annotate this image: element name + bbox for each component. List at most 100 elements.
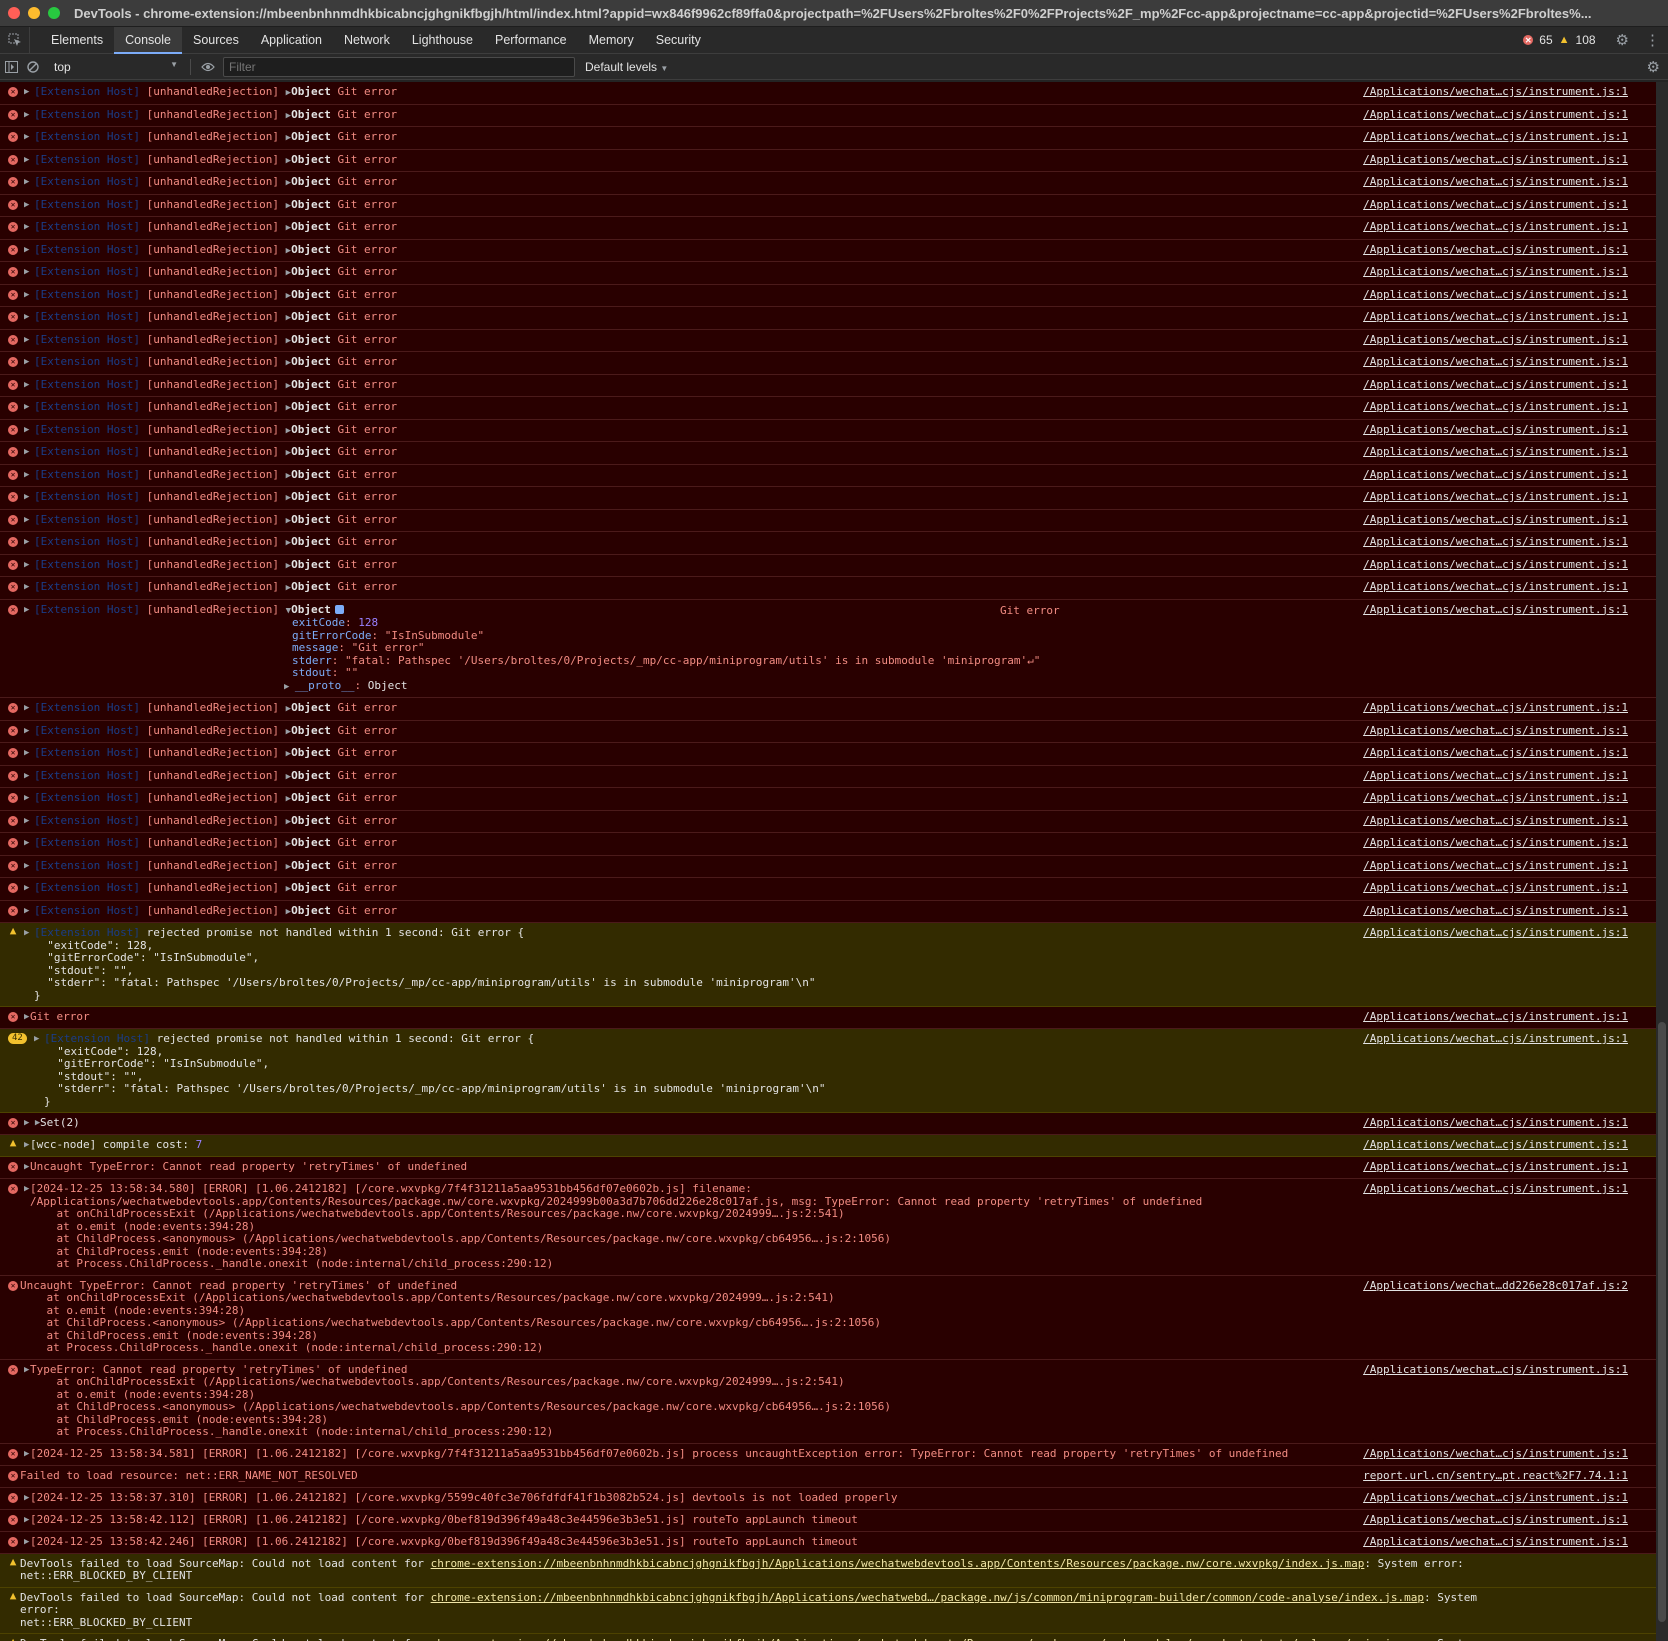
- object-label[interactable]: Object: [291, 243, 331, 256]
- object-label[interactable]: Object: [291, 490, 331, 503]
- source-link[interactable]: /Applications/wechat…cjs/instrument.js:1: [1363, 535, 1628, 549]
- source-link[interactable]: /Applications/wechat…cjs/instrument.js:1: [1363, 265, 1628, 279]
- object-label[interactable]: Object: [291, 468, 331, 481]
- expand-triangle-icon[interactable]: ▶: [24, 424, 29, 437]
- error-count[interactable]: 65: [1539, 33, 1552, 47]
- source-link[interactable]: /Applications/wechat…cjs/instrument.js:1: [1363, 701, 1628, 715]
- source-link[interactable]: /Applications/wechat…cjs/instrument.js:1: [1363, 108, 1628, 122]
- object-label[interactable]: Object: [291, 265, 331, 278]
- object-label[interactable]: Object: [291, 310, 331, 323]
- tab-performance[interactable]: Performance: [484, 27, 578, 54]
- settings-gear-icon[interactable]: ⚙: [1616, 31, 1629, 49]
- expand-triangle-icon[interactable]: ▶: [24, 927, 29, 940]
- object-label[interactable]: Object: [291, 378, 331, 391]
- object-label[interactable]: Object: [291, 904, 331, 917]
- context-selector[interactable]: top ▼: [54, 60, 184, 74]
- source-link[interactable]: /Applications/wechat…cjs/instrument.js:1: [1363, 1010, 1628, 1024]
- close-window-button[interactable]: [8, 7, 20, 19]
- tab-application[interactable]: Application: [250, 27, 333, 54]
- source-link[interactable]: /Applications/wechat…cjs/instrument.js:1: [1363, 881, 1628, 895]
- source-link[interactable]: /Applications/wechat…cjs/instrument.js:1: [1363, 926, 1628, 940]
- source-link[interactable]: /Applications/wechat…cjs/instrument.js:1: [1363, 198, 1628, 212]
- source-link[interactable]: /Applications/wechat…cjs/instrument.js:1: [1363, 769, 1628, 783]
- expand-triangle-icon[interactable]: ▶: [34, 1033, 39, 1046]
- source-link[interactable]: /Applications/wechat…cjs/instrument.js:1: [1363, 1032, 1628, 1046]
- source-link[interactable]: /Applications/wechat…cjs/instrument.js:1: [1363, 400, 1628, 414]
- live-expression-eye-icon[interactable]: [197, 54, 219, 80]
- expand-triangle-icon[interactable]: ▶: [24, 792, 29, 805]
- object-label[interactable]: Object: [291, 108, 331, 121]
- source-link[interactable]: /Applications/wechat…cjs/instrument.js:1: [1363, 333, 1628, 347]
- expand-triangle-icon[interactable]: ▶: [24, 86, 29, 99]
- source-link[interactable]: /Applications/wechat…cjs/instrument.js:1: [1363, 220, 1628, 234]
- object-label[interactable]: Object: [291, 724, 331, 737]
- clear-console-icon[interactable]: [22, 54, 44, 80]
- object-label[interactable]: Object: [291, 153, 331, 166]
- expand-triangle-icon[interactable]: ▶: [24, 581, 29, 594]
- object-label[interactable]: Object: [291, 333, 331, 346]
- expand-triangle-icon[interactable]: ▶: [24, 154, 29, 167]
- object-property[interactable]: gitErrorCode: "IsInSubmodule": [292, 629, 1516, 643]
- object-label[interactable]: Object: [291, 288, 331, 301]
- expand-triangle-icon[interactable]: ▶: [24, 1011, 29, 1024]
- source-link[interactable]: /Applications/wechat…cjs/instrument.js:1: [1363, 85, 1628, 99]
- console-settings-gear-icon[interactable]: ⚙: [1647, 58, 1660, 76]
- expand-triangle-icon[interactable]: ▶: [24, 244, 29, 257]
- object-label[interactable]: Object: [291, 769, 331, 782]
- expand-triangle-icon[interactable]: ▶: [24, 1492, 29, 1505]
- source-link[interactable]: /Applications/wechat…cjs/instrument.js:1: [1363, 1182, 1628, 1196]
- object-label[interactable]: Object: [291, 175, 331, 188]
- expand-triangle-icon[interactable]: ▶: [24, 109, 29, 122]
- set-label[interactable]: Set(2): [40, 1116, 80, 1129]
- source-link[interactable]: /Applications/wechat…cjs/instrument.js:1: [1363, 580, 1628, 594]
- source-link[interactable]: /Applications/wechat…cjs/instrument.js:1: [1363, 243, 1628, 257]
- expand-triangle-icon[interactable]: ▶: [24, 1139, 29, 1152]
- source-link[interactable]: /Applications/wechat…cjs/instrument.js:1: [1363, 378, 1628, 392]
- expand-triangle-icon[interactable]: ▶: [24, 536, 29, 549]
- object-label[interactable]: Object: [291, 558, 331, 571]
- source-link[interactable]: /Applications/wechat…cjs/instrument.js:1: [1363, 603, 1628, 617]
- source-link[interactable]: /Applications/wechat…cjs/instrument.js:1: [1363, 1513, 1628, 1527]
- expand-triangle-icon[interactable]: ▶: [24, 905, 29, 918]
- object-label[interactable]: Object: [291, 423, 331, 436]
- source-link[interactable]: /Applications/wechat…dd226e28c017af.js:2: [1363, 1279, 1628, 1293]
- expand-triangle-icon[interactable]: ▶: [24, 131, 29, 144]
- inspect-element-icon[interactable]: [0, 26, 30, 54]
- source-link[interactable]: /Applications/wechat…cjs/instrument.js:1: [1363, 175, 1628, 189]
- expand-triangle-icon[interactable]: ▶: [24, 356, 29, 369]
- expand-triangle-icon[interactable]: ▶: [24, 747, 29, 760]
- expand-triangle-icon[interactable]: ▶ ▶: [24, 1117, 40, 1130]
- source-link[interactable]: /Applications/wechat…cjs/instrument.js:1: [1363, 836, 1628, 850]
- expand-triangle-icon[interactable]: ▶: [24, 1364, 29, 1377]
- object-label[interactable]: Object: [291, 580, 331, 593]
- source-link[interactable]: /Applications/wechat…cjs/instrument.js:1: [1363, 1116, 1628, 1130]
- expand-triangle-icon[interactable]: ▶: [24, 401, 29, 414]
- more-options-icon[interactable]: ⋮: [1645, 31, 1660, 49]
- expand-triangle-icon[interactable]: ▶: [24, 815, 29, 828]
- source-link[interactable]: /Applications/wechat…cjs/instrument.js:1: [1363, 1447, 1628, 1461]
- source-link[interactable]: /Applications/wechat…cjs/instrument.js:1: [1363, 1138, 1628, 1152]
- object-label[interactable]: Object: [291, 130, 331, 143]
- log-levels-dropdown[interactable]: Default levels ▼: [585, 60, 668, 74]
- expand-triangle-icon[interactable]: ▶: [24, 289, 29, 302]
- expand-triangle-icon[interactable]: ▶: [24, 837, 29, 850]
- scrollbar-thumb[interactable]: [1658, 1022, 1666, 1622]
- object-label[interactable]: Object: [291, 603, 331, 616]
- expand-triangle-icon[interactable]: ▶: [24, 604, 29, 617]
- object-label[interactable]: Object: [291, 881, 331, 894]
- source-link[interactable]: /Applications/wechat…cjs/instrument.js:1: [1363, 1535, 1628, 1549]
- object-label[interactable]: Object: [291, 198, 331, 211]
- sourcemap-link[interactable]: chrome-extension://mbeenbnhnmdhkbicabncj…: [431, 1637, 1424, 1641]
- expand-triangle-icon[interactable]: ▶: [24, 860, 29, 873]
- expand-triangle-icon[interactable]: ▶: [24, 559, 29, 572]
- source-link[interactable]: /Applications/wechat…cjs/instrument.js:1: [1363, 746, 1628, 760]
- expand-triangle-icon[interactable]: ▶: [24, 1448, 29, 1461]
- source-link[interactable]: /Applications/wechat…cjs/instrument.js:1: [1363, 724, 1628, 738]
- expand-triangle-icon[interactable]: ▶: [24, 1514, 29, 1527]
- expand-triangle-icon[interactable]: ▶: [24, 379, 29, 392]
- minimize-window-button[interactable]: [28, 7, 40, 19]
- source-link[interactable]: /Applications/wechat…cjs/instrument.js:1: [1363, 904, 1628, 918]
- object-property[interactable]: ▶ __proto__: Object: [284, 679, 1516, 694]
- source-link[interactable]: /Applications/wechat…cjs/instrument.js:1: [1363, 310, 1628, 324]
- source-link[interactable]: /Applications/wechat…cjs/instrument.js:1: [1363, 558, 1628, 572]
